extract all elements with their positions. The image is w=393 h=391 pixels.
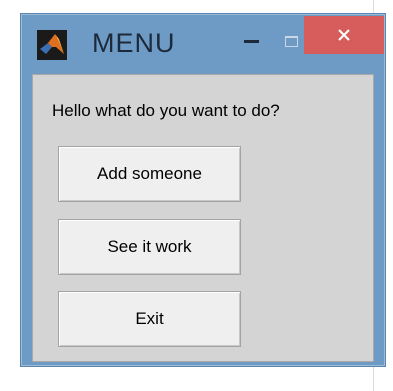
matlab-logo-icon: [37, 30, 67, 60]
add-someone-button[interactable]: Add someone: [58, 146, 241, 202]
title-bar[interactable]: MENU: [21, 14, 385, 70]
maximize-icon: [284, 35, 298, 47]
window-title: MENU: [92, 28, 176, 58]
menu-window: MENU Hello what do you want to do? Add s…: [20, 13, 386, 367]
close-icon: [338, 29, 350, 41]
see-it-work-button[interactable]: See it work: [58, 219, 241, 275]
minimize-icon: [243, 39, 259, 43]
exit-button[interactable]: Exit: [58, 291, 241, 347]
prompt-text: Hello what do you want to do?: [52, 101, 280, 120]
close-button[interactable]: [304, 16, 384, 54]
minimize-button[interactable]: [233, 26, 269, 56]
